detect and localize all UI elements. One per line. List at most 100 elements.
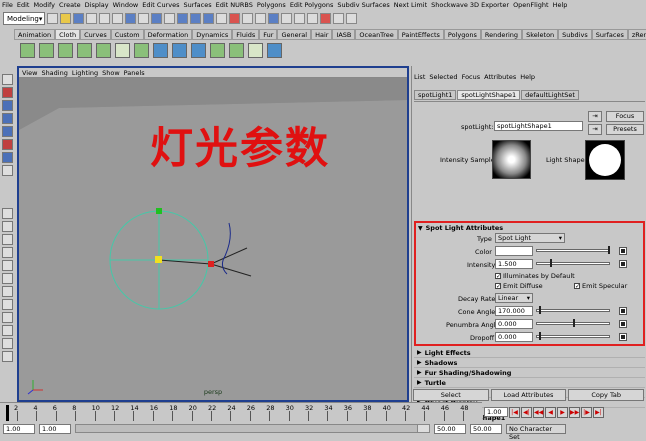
layout-custom4-icon[interactable]	[1, 351, 13, 362]
menu-modify[interactable]: Modify	[33, 1, 55, 9]
cloth-property-icon[interactable]	[229, 43, 244, 58]
move-tool-icon[interactable]	[1, 100, 13, 111]
range-end-field[interactable]: 50.00	[470, 423, 502, 434]
shelf-tab-zrendercam[interactable]: zRenderCam	[627, 29, 646, 39]
menu-file[interactable]: File	[2, 1, 13, 9]
focus-arrow-icon[interactable]: ⇥	[588, 111, 602, 122]
shelf-tab-surfaces[interactable]: Surfaces	[591, 29, 628, 39]
go-to-start-icon[interactable]: |◀	[509, 406, 520, 418]
select-button[interactable]: Select	[413, 389, 489, 401]
menu-create[interactable]: Create	[59, 1, 81, 9]
shelf-tab-subdivs[interactable]: Subdivs	[558, 29, 592, 39]
play-forwards-icon[interactable]: ▶	[557, 406, 568, 418]
right-handle[interactable]	[208, 261, 214, 267]
shelf-tab-polygons[interactable]: Polygons	[443, 29, 481, 39]
penumbra-field[interactable]: 0.000	[495, 319, 533, 329]
cone-angle-field[interactable]: 170.000	[495, 306, 533, 316]
presets-arrow-icon[interactable]: ⇥	[588, 124, 602, 135]
mode-selector[interactable]: Modeling ▾	[3, 12, 45, 25]
last-tool-icon[interactable]	[1, 165, 13, 176]
penumbra-slider-knob[interactable]	[573, 319, 575, 327]
ae-menu-selected[interactable]: Selected	[429, 73, 457, 81]
menu-shockwave-3d-exporter[interactable]: Shockwave 3D Exporter	[431, 1, 509, 9]
step-back-icon[interactable]: ◀|	[521, 406, 532, 418]
go-to-end-icon[interactable]: ▶|	[593, 406, 604, 418]
menu-display[interactable]: Display	[85, 1, 109, 9]
ae-tab-spotlightshape1[interactable]: spotLightShape1	[457, 90, 521, 100]
step-forward-key-icon[interactable]: ▶▶	[569, 406, 580, 418]
scale-tool-icon[interactable]	[1, 126, 13, 137]
playback-end-field[interactable]: 50.00	[434, 423, 466, 434]
menu-window[interactable]: Window	[113, 1, 139, 9]
shelf-tab-deformation[interactable]: Deformation	[143, 29, 193, 39]
shelf-tab-dynamics[interactable]: Dynamics	[192, 29, 233, 39]
playback-start-field[interactable]: 1.00	[39, 423, 71, 434]
layout-render-icon[interactable]	[1, 299, 13, 310]
section-light-effects[interactable]: ▶ Light Effects	[414, 348, 645, 358]
layout-custom1-icon[interactable]	[1, 312, 13, 323]
ae-menu-focus[interactable]: Focus	[462, 73, 481, 81]
layout-single-icon[interactable]	[1, 208, 13, 219]
select-component-icon[interactable]	[112, 13, 123, 24]
menu-help[interactable]: Help	[553, 1, 568, 9]
menu-polygons[interactable]: Polygons	[257, 1, 286, 9]
intensity-slider[interactable]	[536, 262, 610, 265]
cone-angle-map-icon[interactable]	[619, 307, 627, 315]
shelf-tab-fluids[interactable]: Fluids	[232, 29, 260, 39]
lock-selection-icon[interactable]	[229, 13, 240, 24]
color-map-icon[interactable]	[619, 247, 627, 255]
viewport-menu-panels[interactable]: Panels	[124, 69, 145, 77]
dropoff-slider-knob[interactable]	[539, 332, 541, 340]
center-handle[interactable]	[155, 256, 162, 263]
viewport-menu-view[interactable]: View	[22, 69, 37, 77]
viewport-menu-show[interactable]: Show	[102, 69, 120, 77]
select-misc-icon[interactable]	[216, 13, 227, 24]
soft-mod-tool-icon[interactable]	[1, 152, 13, 163]
shelf-tab-animation[interactable]: Animation	[14, 29, 56, 39]
viewport-menu-shading[interactable]: Shading	[41, 69, 67, 77]
layout-four-icon[interactable]	[1, 221, 13, 232]
layout-outliner-icon[interactable]	[1, 260, 13, 271]
cloth-collision-icon[interactable]	[153, 43, 168, 58]
select-deformers-icon[interactable]	[177, 13, 188, 24]
shelf-tab-curves[interactable]: Curves	[80, 29, 111, 39]
cone-angle-slider[interactable]	[536, 309, 610, 312]
cloth-update-icon[interactable]	[267, 43, 282, 58]
select-dynamics-icon[interactable]	[190, 13, 201, 24]
emit-diffuse-checkbox[interactable]: ✓	[495, 283, 501, 290]
select-object-icon[interactable]	[99, 13, 110, 24]
ae-tab-spotlight1[interactable]: spotLight1	[414, 90, 457, 100]
lasso-tool-icon[interactable]	[1, 87, 13, 98]
render-icon[interactable]	[307, 13, 318, 24]
dropoff-map-icon[interactable]	[619, 333, 627, 341]
channel-box-icon[interactable]	[346, 13, 357, 24]
cloth-panel-icon[interactable]	[58, 43, 73, 58]
layout-stack-icon[interactable]	[1, 247, 13, 258]
step-back-key-icon[interactable]: ◀◀	[533, 406, 544, 418]
section-turtle[interactable]: ▶ Turtle	[414, 378, 645, 388]
shelf-tab-fur[interactable]: Fur	[259, 29, 278, 39]
select-curves-icon[interactable]	[151, 13, 162, 24]
cloth-simulate-icon[interactable]	[191, 43, 206, 58]
shelf-tab-rendering[interactable]: Rendering	[480, 29, 523, 39]
snap-grid-icon[interactable]	[242, 13, 253, 24]
color-slider[interactable]	[536, 249, 610, 252]
character-set-dropdown[interactable]: No Character Set	[506, 423, 566, 441]
ae-menu-attributes[interactable]: Attributes	[484, 73, 516, 81]
cloth-mesh-icon[interactable]	[134, 43, 149, 58]
save-scene-icon[interactable]	[73, 13, 84, 24]
manipulator-tool-icon[interactable]	[1, 139, 13, 150]
shelf-tab-painteffects[interactable]: PaintEffects	[397, 29, 444, 39]
presets-button[interactable]: Presets	[606, 124, 644, 135]
load-attributes-button[interactable]: Load Attributes	[490, 389, 567, 401]
time-slider[interactable]: 2 4 6 8 10 12 14 16 18 20 22 24 26 28 30 32 34 36 38 40 42 44…	[0, 402, 482, 422]
layout-custom2-icon[interactable]	[1, 325, 13, 336]
snap-point-icon[interactable]	[268, 13, 279, 24]
history-icon[interactable]	[294, 13, 305, 24]
ae-tab-defaultlightset[interactable]: defaultLightSet	[521, 90, 579, 100]
select-tool-icon[interactable]	[1, 74, 13, 85]
node-name-field[interactable]: spotLightShape1	[494, 121, 583, 131]
rotate-tool-icon[interactable]	[1, 113, 13, 124]
shelf-tab-cloth[interactable]: Cloth	[55, 29, 81, 39]
section-fur-shading-shadowing[interactable]: ▶ Fur Shading/Shadowing	[414, 368, 645, 378]
